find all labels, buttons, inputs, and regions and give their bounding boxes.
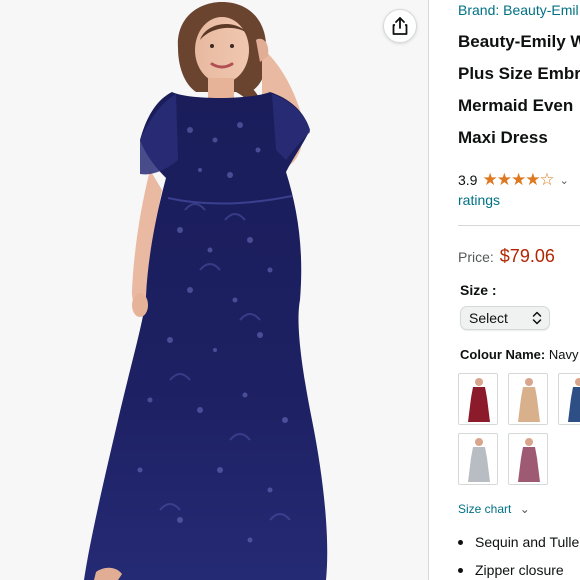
colour-swatch-mauve[interactable]: [508, 433, 548, 485]
swatch-image: [468, 378, 490, 422]
colour-value: Navy: [548, 347, 579, 362]
colour-swatch-grey[interactable]: [458, 433, 498, 485]
panel-divider: [428, 0, 429, 580]
colour-swatch-champagne[interactable]: [508, 373, 548, 425]
ratings-link[interactable]: ratings: [458, 192, 500, 208]
section-divider: [458, 225, 580, 226]
swatch-image: [568, 378, 580, 422]
rating-chevron-icon[interactable]: ⌄: [560, 174, 569, 187]
colour-swatch-navy[interactable]: [558, 373, 580, 425]
title-line: Beauty-Emily W: [458, 32, 580, 51]
colour-swatch-burgundy[interactable]: [458, 373, 498, 425]
colour-row: Colour Name: Navy: [460, 347, 578, 362]
size-select-value: Select: [469, 310, 508, 326]
product-photo: [84, 2, 328, 580]
rating-value: 3.9: [458, 172, 478, 188]
share-icon: [392, 17, 408, 35]
swatch-image: [468, 438, 490, 482]
product-details: Brand: Beauty-Emil Beauty-Emily W Plus S…: [458, 0, 580, 580]
title-line: Mermaid Even: [458, 96, 574, 115]
title-line: Plus Size Embr: [458, 64, 580, 83]
title-line: Maxi Dress: [458, 128, 548, 147]
price-label: Price:: [458, 249, 494, 265]
star-rating-icon[interactable]: ★★★★☆: [482, 170, 554, 190]
rating-row[interactable]: 3.9 ★★★★☆ ⌄: [458, 170, 569, 190]
share-button[interactable]: [383, 9, 417, 43]
swatch-image: [518, 438, 540, 482]
up-down-chevron-icon: [532, 311, 542, 325]
product-image-panel[interactable]: [0, 0, 428, 580]
size-select[interactable]: Select: [460, 306, 550, 330]
product-title: Beauty-Emily W Plus Size Embr Mermaid Ev…: [458, 26, 580, 154]
brand-link[interactable]: Brand: Beauty-Emil: [458, 2, 579, 18]
swatch-image: [518, 378, 540, 422]
colour-label: Colour Name:: [460, 347, 546, 362]
price-value: $79.06: [499, 246, 555, 266]
size-label: Size :: [460, 282, 497, 298]
price-row: Price: $79.06: [458, 246, 555, 267]
